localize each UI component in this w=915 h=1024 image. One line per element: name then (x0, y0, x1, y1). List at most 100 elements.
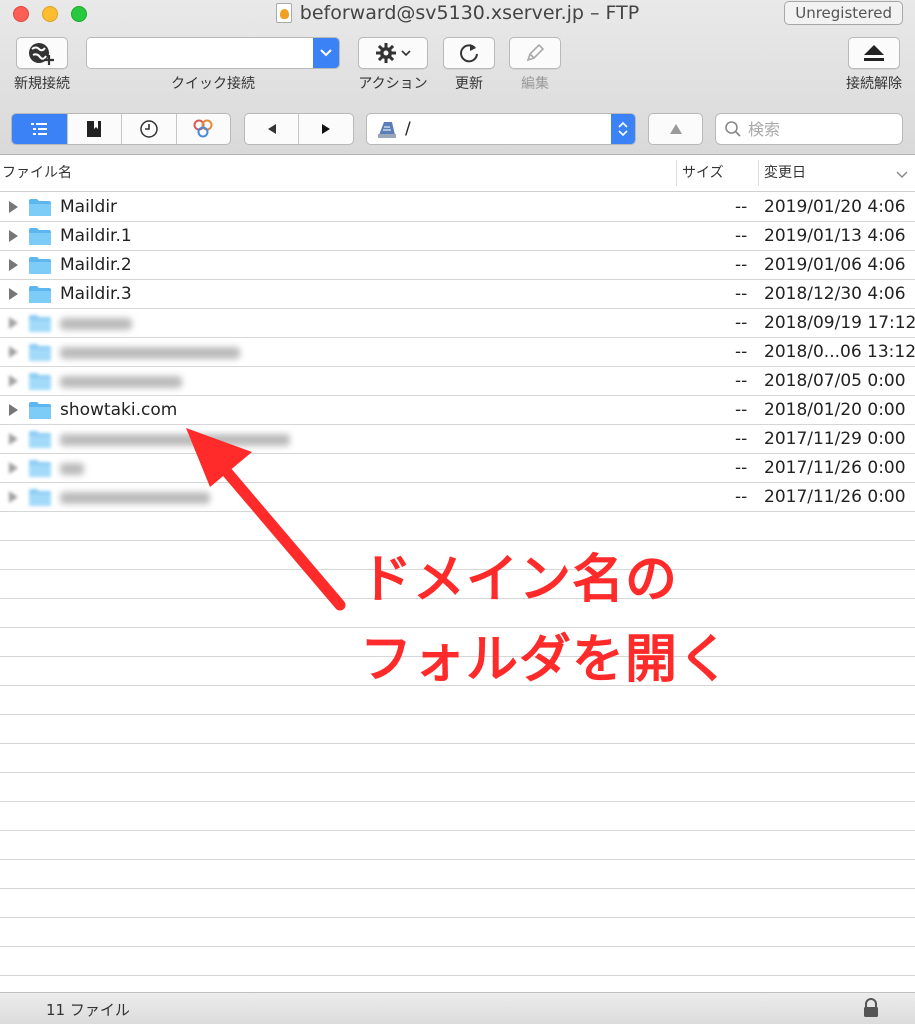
file-row[interactable]: Maildir.2 -- 2019/01/06 4:06 (0, 251, 915, 280)
disclosure-triangle-icon[interactable] (9, 491, 18, 503)
file-size: -- (735, 371, 748, 391)
search-icon (725, 121, 741, 137)
pencil-icon (526, 43, 545, 62)
path-display[interactable]: / (367, 114, 611, 144)
file-row[interactable]: Maildir -- 2019/01/20 4:06 (0, 193, 915, 222)
file-row[interactable]: Maildir.3 -- 2018/12/30 4:06 (0, 280, 915, 309)
file-row[interactable]: -- 2018/09/19 17:12 (0, 309, 915, 338)
disconnect-label: 接続解除 (846, 76, 902, 92)
column-divider[interactable] (758, 160, 759, 186)
edit-button[interactable] (509, 37, 561, 69)
empty-row (0, 715, 915, 744)
file-name: Maildir.2 (60, 255, 132, 275)
back-arrow-icon (267, 124, 276, 134)
column-header-name[interactable]: ファイル名 (2, 156, 72, 192)
file-date: 2019/01/20 4:06 (764, 197, 906, 217)
file-date: 2018/07/05 0:00 (764, 371, 906, 391)
column-divider[interactable] (676, 160, 677, 186)
bookmarks-view-button[interactable] (68, 114, 122, 144)
forward-arrow-icon (322, 124, 330, 134)
history-nav-segmented-control[interactable] (244, 113, 354, 145)
quick-connect-dropdown-button[interactable] (313, 38, 339, 68)
redacted-file-name (60, 492, 210, 504)
disclosure-triangle-icon[interactable] (9, 346, 18, 358)
disclosure-triangle-icon[interactable] (9, 230, 18, 242)
file-row[interactable]: -- 2017/11/26 0:00 (0, 483, 915, 512)
edit-item[interactable]: 編集 (508, 37, 562, 93)
disclosure-triangle-icon[interactable] (9, 259, 18, 271)
redacted-file-name (60, 434, 290, 446)
outline-view-button[interactable] (12, 114, 68, 144)
forward-button[interactable] (299, 114, 353, 144)
history-view-button[interactable] (122, 114, 177, 144)
document-proxy-icon[interactable] (275, 3, 292, 23)
window-title-bar: beforward@sv5130.xserver.jp – FTP (0, 2, 915, 28)
action-button[interactable] (358, 37, 428, 69)
file-name: showtaki.com (60, 400, 178, 420)
disclosure-triangle-icon[interactable] (9, 433, 18, 445)
action-item[interactable]: アクション (354, 37, 432, 93)
disclosure-triangle-icon[interactable] (9, 375, 18, 387)
annotation-line-2: フォルダを開く (360, 630, 732, 690)
empty-row (0, 802, 915, 831)
folder-icon (29, 460, 51, 477)
disconnect-item[interactable]: 接続解除 (840, 37, 908, 93)
search-input[interactable] (748, 119, 888, 139)
file-rows: Maildir -- 2019/01/20 4:06 Maildir.1 -- 2019… (0, 193, 915, 512)
disclosure-triangle-icon[interactable] (9, 404, 18, 416)
folder-icon (29, 373, 51, 390)
back-button[interactable] (245, 114, 300, 144)
status-bar: 11 ファイル (0, 992, 915, 1024)
path-selector[interactable]: / (366, 113, 636, 145)
file-size: -- (735, 284, 748, 304)
annotation-text: ドメイン名の フォルダを開く (360, 540, 800, 700)
lock-icon (864, 998, 878, 1017)
file-size: -- (735, 226, 748, 246)
parent-folder-button[interactable] (648, 113, 703, 145)
new-connection-button[interactable] (16, 37, 68, 69)
search-field[interactable] (715, 113, 903, 145)
file-row[interactable]: Maildir.1 -- 2019/01/13 4:06 (0, 222, 915, 251)
redacted-file-name (60, 376, 182, 388)
folder-icon (29, 489, 51, 506)
up-arrow-icon (669, 124, 682, 134)
file-date: 2018/01/20 0:00 (764, 400, 906, 420)
file-row[interactable]: -- 2017/11/26 0:00 (0, 454, 915, 483)
disclosure-triangle-icon[interactable] (9, 201, 18, 213)
empty-row (0, 918, 915, 947)
file-size: -- (735, 429, 748, 449)
edit-label: 編集 (521, 76, 549, 92)
file-row[interactable]: -- 2018/0...06 13:12 (0, 338, 915, 367)
disclosure-triangle-icon[interactable] (9, 317, 18, 329)
disclosure-triangle-icon[interactable] (9, 462, 18, 474)
bonjour-view-button[interactable] (177, 114, 231, 144)
annotation-line-1: ドメイン名の (360, 550, 679, 610)
disconnect-button[interactable] (848, 37, 900, 69)
file-size: -- (735, 313, 748, 333)
file-row[interactable]: -- 2018/07/05 0:00 (0, 367, 915, 396)
file-size: -- (735, 487, 748, 507)
quick-connect-combo[interactable] (86, 37, 340, 69)
refresh-icon (460, 44, 478, 63)
sort-chevron-icon[interactable] (896, 171, 908, 179)
bonjour-icon (193, 119, 213, 138)
window-toolbar: beforward@sv5130.xserver.jp – FTP Unregi… (0, 0, 915, 155)
refresh-item[interactable]: 更新 (442, 37, 496, 93)
quick-connect-input[interactable] (87, 38, 313, 68)
refresh-button[interactable] (443, 37, 495, 69)
file-date: 2019/01/06 4:06 (764, 255, 906, 275)
file-name: Maildir.3 (60, 284, 132, 304)
view-mode-segmented-control[interactable] (11, 113, 231, 145)
file-row[interactable]: -- 2017/11/29 0:00 (0, 425, 915, 454)
redacted-file-name (60, 318, 132, 330)
column-header-modified[interactable]: 変更日 (764, 156, 806, 192)
file-date: 2017/11/29 0:00 (764, 429, 906, 449)
disclosure-triangle-icon[interactable] (9, 288, 18, 300)
path-dropdown-button[interactable] (611, 114, 635, 144)
gear-icon (376, 43, 396, 63)
unregistered-button[interactable]: Unregistered (784, 1, 903, 25)
new-connection-item[interactable]: 新規接続 (8, 37, 76, 93)
column-header-size[interactable]: サイズ (682, 156, 724, 192)
quick-connect-label: クイック接続 (171, 76, 255, 92)
file-row-showtaki[interactable]: showtaki.com -- 2018/01/20 0:00 (0, 396, 915, 425)
